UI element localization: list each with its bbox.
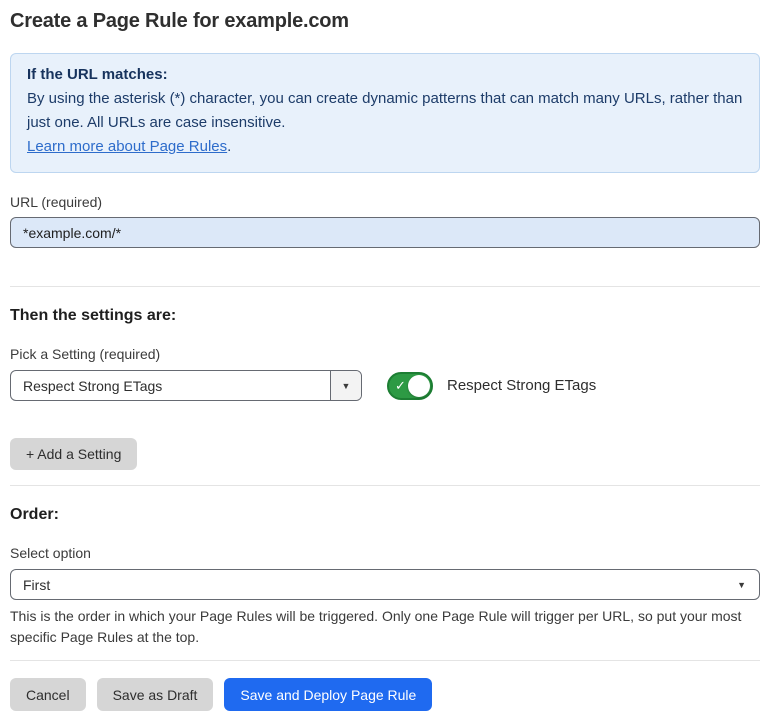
check-icon: ✓ xyxy=(395,379,406,392)
pick-setting-label: Pick a Setting (required) xyxy=(10,346,760,362)
divider xyxy=(10,660,760,661)
setting-dropdown-value: Respect Strong ETags xyxy=(11,371,330,400)
order-help-text: This is the order in which your Page Rul… xyxy=(10,606,755,648)
page-title: Create a Page Rule for example.com xyxy=(10,10,760,33)
settings-section-heading: Then the settings are: xyxy=(10,307,760,325)
info-box-body: By using the asterisk (*) character, you… xyxy=(27,87,743,135)
page-rule-form: Create a Page Rule for example.com If th… xyxy=(0,10,769,711)
order-select-value: First xyxy=(23,577,50,593)
setting-dropdown-caret-button[interactable]: ▼ xyxy=(330,371,361,400)
url-input[interactable] xyxy=(10,217,760,248)
order-section-heading: Order: xyxy=(10,506,760,524)
divider xyxy=(10,485,760,486)
divider xyxy=(10,286,760,287)
save-as-draft-button[interactable]: Save as Draft xyxy=(97,678,214,711)
respect-strong-etags-toggle[interactable]: ✓ xyxy=(387,372,433,400)
order-select-label: Select option xyxy=(10,545,760,561)
footer-actions: Cancel Save as Draft Save and Deploy Pag… xyxy=(10,678,760,711)
cancel-button[interactable]: Cancel xyxy=(10,678,86,711)
toggle-label: Respect Strong ETags xyxy=(447,377,596,394)
add-setting-button[interactable]: + Add a Setting xyxy=(10,438,137,470)
caret-down-icon: ▼ xyxy=(737,580,746,590)
save-and-deploy-button[interactable]: Save and Deploy Page Rule xyxy=(224,678,432,711)
learn-more-link[interactable]: Learn more about Page Rules xyxy=(27,138,227,155)
url-field-label: URL (required) xyxy=(10,194,760,210)
info-box-heading: If the URL matches: xyxy=(27,63,743,87)
toggle-knob xyxy=(408,375,430,397)
link-suffix: . xyxy=(227,138,231,155)
setting-row: Respect Strong ETags ▼ ✓ Respect Strong … xyxy=(10,370,760,401)
caret-down-icon: ▼ xyxy=(342,381,351,391)
setting-dropdown[interactable]: Respect Strong ETags ▼ xyxy=(10,370,362,401)
url-match-info-box: If the URL matches: By using the asteris… xyxy=(10,53,760,173)
order-select[interactable]: First ▼ xyxy=(10,569,760,600)
info-box-link-line: Learn more about Page Rules. xyxy=(27,135,743,159)
